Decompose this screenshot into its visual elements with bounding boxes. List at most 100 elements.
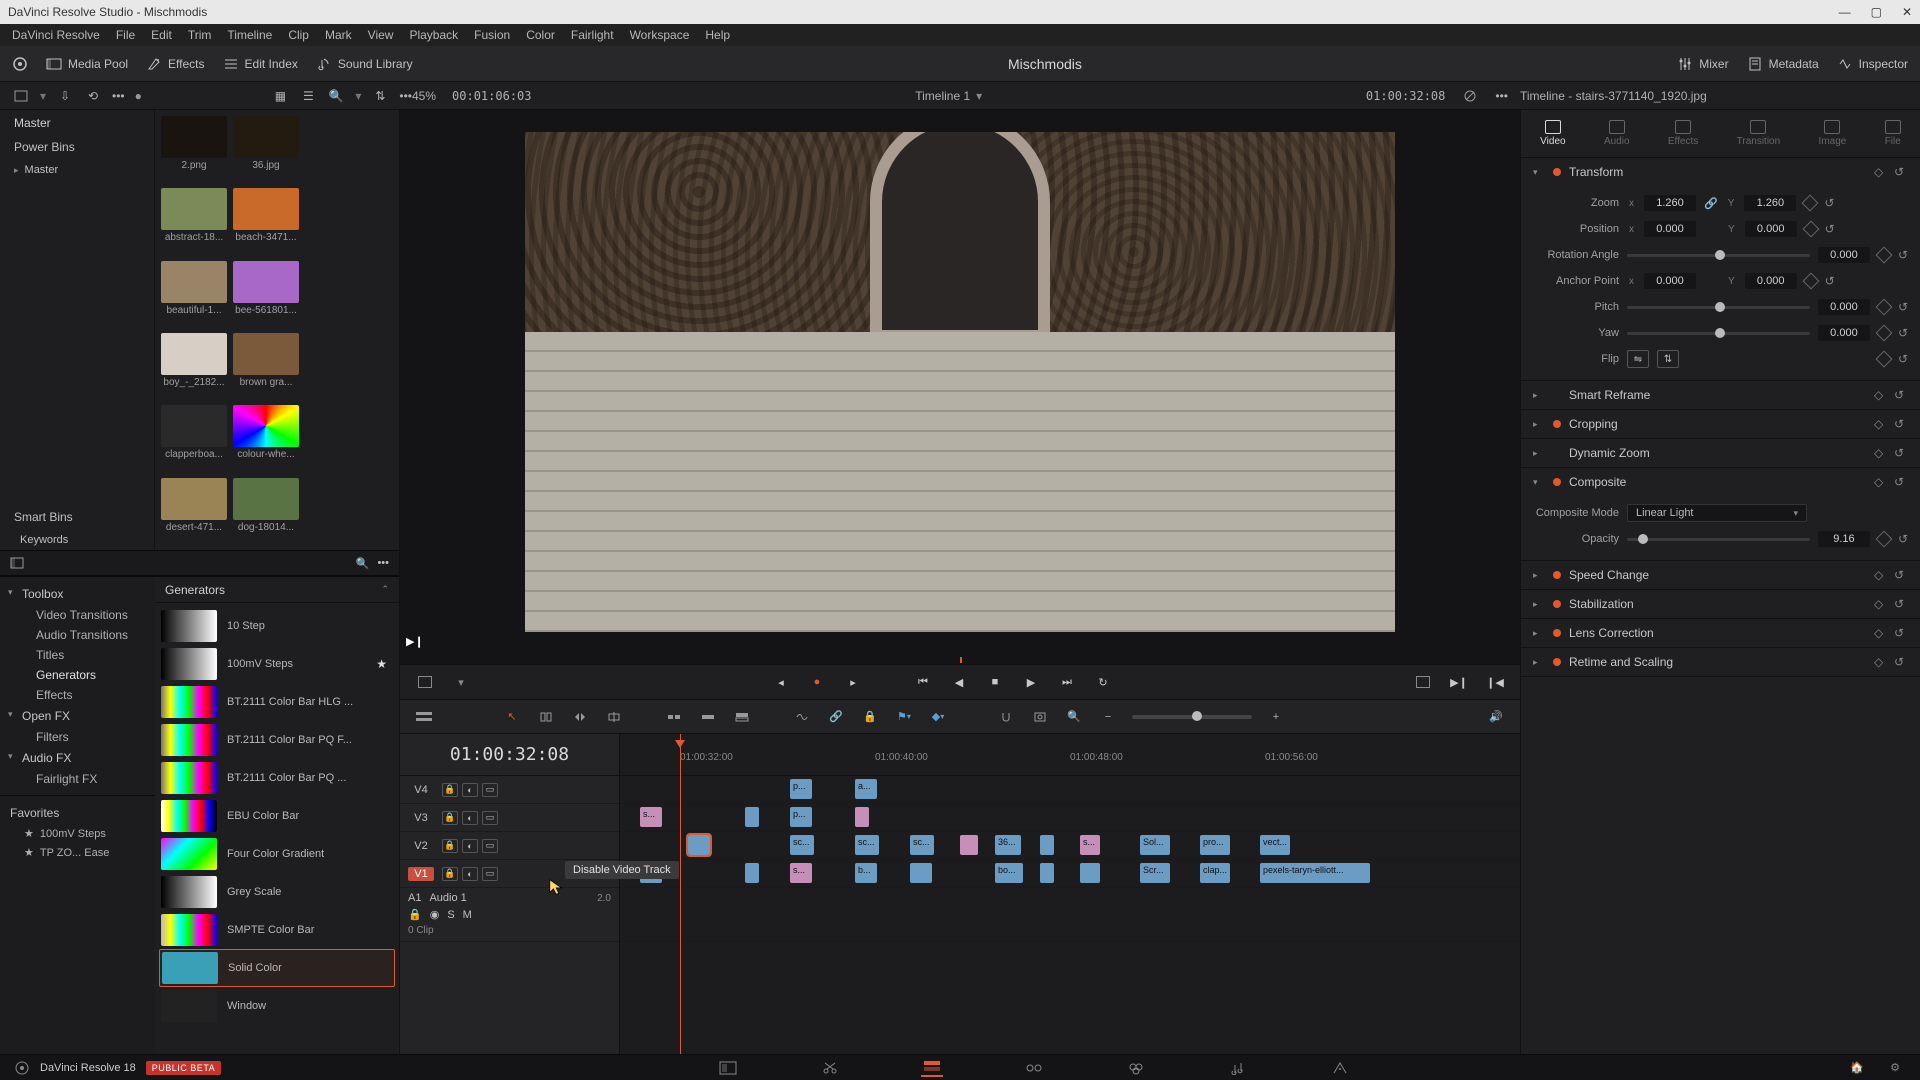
thumbnail-view-icon[interactable]: ▦: [271, 87, 289, 105]
favorite-tpzo[interactable]: ★TP ZO... Ease: [0, 843, 155, 862]
power-bin-master[interactable]: ▸Master: [0, 160, 154, 180]
pitch-input[interactable]: [1818, 299, 1870, 315]
section-reset-icon[interactable]: ↺: [1894, 626, 1908, 640]
viewer[interactable]: ▶❙: [400, 110, 1520, 654]
audio-mute-button[interactable]: M: [463, 909, 472, 921]
generator-item[interactable]: 10 Step: [159, 607, 395, 645]
audio-track-row[interactable]: [620, 888, 1520, 942]
effects-panel-toggle-icon[interactable]: [10, 556, 24, 570]
media-item[interactable]: 2.png: [161, 116, 227, 182]
generator-item[interactable]: Window: [159, 987, 395, 1025]
track-lock-icon[interactable]: 🔒: [442, 867, 458, 881]
section-keyframe-icon[interactable]: ◇: [1874, 626, 1888, 640]
last-frame-button[interactable]: ⏭: [1056, 671, 1078, 693]
viewer-menu-dots[interactable]: •••: [1495, 89, 1508, 103]
transform-keyframe-icon[interactable]: ◇: [1874, 165, 1888, 179]
media-item[interactable]: clapperboa...: [161, 405, 227, 471]
audio-solo-button[interactable]: S: [447, 909, 454, 921]
timeline-clip[interactable]: b...: [855, 863, 877, 883]
zoom-keyframe-icon[interactable]: [1802, 195, 1819, 212]
media-item[interactable]: desert-471...: [161, 478, 227, 544]
generator-item[interactable]: BT.2111 Color Bar PQ ...: [159, 759, 395, 797]
toolbox-effects[interactable]: Effects: [0, 685, 155, 705]
track-row-v3[interactable]: s...p...: [620, 804, 1520, 832]
section-keyframe-icon[interactable]: ◇: [1874, 568, 1888, 582]
timeline-clip[interactable]: [855, 807, 869, 827]
media-item[interactable]: boy_-_2182...: [161, 333, 227, 399]
edit-page-icon[interactable]: [921, 1059, 943, 1077]
media-pool-button[interactable]: Media Pool: [46, 56, 128, 72]
menu-file[interactable]: File: [116, 28, 135, 42]
timeline-clip[interactable]: s...: [790, 863, 812, 883]
track-enable-icon[interactable]: ▭: [482, 783, 498, 797]
generator-item[interactable]: SMPTE Color Bar: [159, 911, 395, 949]
bin-view-icon[interactable]: [12, 87, 30, 105]
flip-h-button[interactable]: ⇋: [1627, 350, 1649, 368]
timeline-clip[interactable]: [745, 863, 759, 883]
reverse-play-button[interactable]: ◀: [948, 671, 970, 693]
inspector-tab-video[interactable]: Video: [1540, 120, 1565, 147]
timeline-clip[interactable]: pexels-taryn-elliott...: [1260, 863, 1370, 883]
timeline-clip[interactable]: a...: [855, 779, 877, 799]
generator-item[interactable]: BT.2111 Color Bar PQ F...: [159, 721, 395, 759]
first-frame-button[interactable]: ⏮: [912, 671, 934, 693]
collapse-icon[interactable]: ⌃: [381, 584, 389, 595]
go-to-out-icon[interactable]: ❙◀: [1484, 671, 1506, 693]
yaw-slider[interactable]: [1627, 332, 1810, 335]
section-keyframe-icon[interactable]: ◇: [1874, 417, 1888, 431]
position-keyframe-icon[interactable]: [1802, 221, 1819, 238]
loop-button[interactable]: ↻: [1092, 671, 1114, 693]
anchor-keyframe-icon[interactable]: [1802, 273, 1819, 290]
edit-index-button[interactable]: Edit Index: [223, 56, 298, 72]
inspector-tab-image[interactable]: Image: [1819, 120, 1847, 147]
generator-item[interactable]: Solid Color: [159, 949, 395, 987]
playhead[interactable]: [680, 734, 681, 1054]
yaw-input[interactable]: [1818, 325, 1870, 341]
timeline-clip[interactable]: Scr...: [1140, 863, 1170, 883]
ripple-tool-icon[interactable]: [792, 707, 812, 727]
list-view-icon[interactable]: ☰: [299, 87, 317, 105]
anchor-x-input[interactable]: [1644, 273, 1696, 289]
next-edit-icon[interactable]: ▸: [842, 671, 864, 693]
zoom-link-icon[interactable]: 🔗: [1704, 197, 1718, 210]
mute-icon[interactable]: 🔊: [1486, 707, 1506, 727]
section-reset-icon[interactable]: ↺: [1894, 417, 1908, 431]
toolbox-titles[interactable]: Titles: [0, 645, 155, 665]
section-keyframe-icon[interactable]: ◇: [1874, 597, 1888, 611]
section-keyframe-icon[interactable]: ◇: [1874, 475, 1888, 489]
timeline-clip[interactable]: [688, 835, 710, 855]
zoom-y-input[interactable]: [1744, 195, 1796, 211]
range-dropdown-icon[interactable]: ▾: [450, 671, 472, 693]
match-frame-icon[interactable]: [1412, 671, 1434, 693]
transform-section-header[interactable]: ▾ Transform ◇↺: [1521, 158, 1920, 186]
timeline-clip[interactable]: pro...: [1200, 835, 1230, 855]
timeline-clip[interactable]: [1040, 863, 1054, 883]
timeline-ruler[interactable]: 01:00:32:0001:00:40:0001:00:48:0001:00:5…: [620, 734, 1520, 776]
metadata-button[interactable]: Metadata: [1747, 56, 1819, 72]
insert-clip-icon[interactable]: [664, 707, 684, 727]
timeline-dropdown-icon[interactable]: ▾: [976, 89, 982, 103]
track-header-v2[interactable]: V2🔒◐▭: [400, 832, 619, 860]
smart-bins-header[interactable]: Smart Bins: [0, 504, 154, 530]
media-item[interactable]: colour-whe...: [233, 405, 299, 471]
star-icon[interactable]: ★: [376, 657, 387, 671]
zoom-slider[interactable]: [1132, 715, 1252, 719]
view-menu-dots[interactable]: •••: [399, 89, 412, 103]
track-enable-icon[interactable]: ▭: [482, 839, 498, 853]
section-keyframe-icon[interactable]: ◇: [1874, 655, 1888, 669]
yaw-keyframe-icon[interactable]: [1875, 325, 1892, 342]
trim-tool-icon[interactable]: [536, 707, 556, 727]
track-row-v2[interactable]: sc...sc...sc...36...s...Sol...pro...vect…: [620, 832, 1520, 860]
import-icon[interactable]: ⇩: [56, 87, 74, 105]
maximize-button[interactable]: ▢: [1871, 5, 1882, 19]
timeline-clip[interactable]: s...: [1080, 835, 1100, 855]
rotation-keyframe-icon[interactable]: [1875, 247, 1892, 264]
section-composite[interactable]: ▾Composite◇↺: [1521, 468, 1920, 496]
media-item[interactable]: abstract-18...: [161, 188, 227, 254]
audiofx-header[interactable]: Audio FX: [0, 747, 155, 769]
position-x-input[interactable]: [1644, 221, 1696, 237]
pitch-slider[interactable]: [1627, 306, 1810, 309]
timeline-timecode[interactable]: 01:00:32:08: [400, 734, 619, 776]
menu-mark[interactable]: Mark: [325, 28, 352, 42]
master-bin[interactable]: Master: [0, 110, 154, 134]
